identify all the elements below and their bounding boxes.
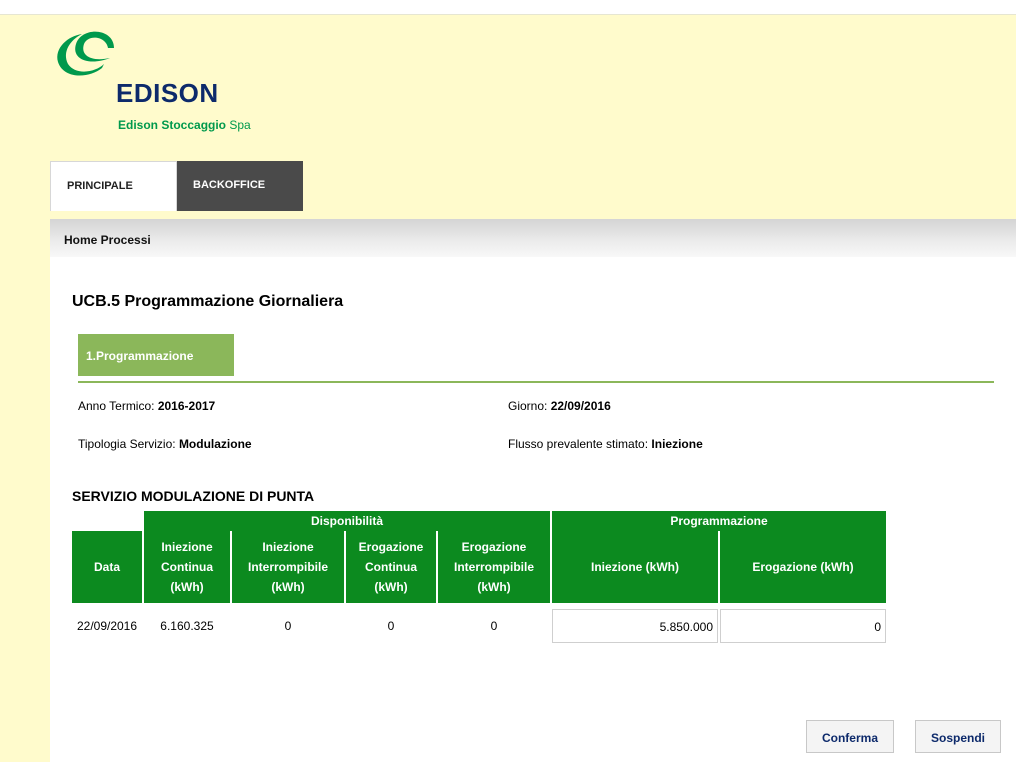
giorno-info: Giorno: 22/09/2016 bbox=[508, 399, 611, 413]
anno-termico-value: 2016-2017 bbox=[157, 399, 216, 413]
suspend-button[interactable]: Sospendi bbox=[915, 720, 1001, 753]
erogazione-kwh-cell: 0 bbox=[720, 603, 886, 643]
giorno-label: Giorno: bbox=[508, 399, 551, 413]
cell-erogazione-interrompibile: 0 bbox=[490, 619, 498, 633]
col-erogazione-kwh: Erogazione (kWh) bbox=[720, 531, 886, 603]
flusso-info: Flusso prevalente stimato: Iniezione bbox=[508, 437, 703, 451]
tipologia-label: Tipologia Servizio: bbox=[78, 437, 179, 451]
flusso-label: Flusso prevalente stimato: bbox=[508, 437, 652, 451]
anno-termico-label: Anno Termico: bbox=[78, 399, 158, 413]
tipologia-info: Tipologia Servizio: Modulazione bbox=[78, 437, 252, 451]
brand-subtitle-bold: Edison Stoccaggio bbox=[118, 118, 227, 132]
table-row: 22/09/2016 6.160.325 0 0 0 5.850.000 0 bbox=[72, 603, 886, 643]
header-disponibilita: Disponibilità bbox=[144, 511, 550, 531]
cell-iniezione-interrompibile: 0 bbox=[284, 619, 292, 633]
edison-logo: EDISON Edison Stoccaggio Spa bbox=[52, 18, 272, 138]
col-iniezione-kwh: Iniezione (kWh) bbox=[552, 531, 718, 603]
iniezione-kwh-input[interactable]: 5.850.000 bbox=[552, 609, 718, 643]
col-erogazione-continua: Erogazione Continua (kWh) bbox=[346, 531, 436, 603]
col-iniezione-continua: Iniezione Continua (kWh) bbox=[144, 531, 230, 603]
group-header-row: Disponibilità Programmazione bbox=[72, 511, 886, 531]
col-iniezione-interrompibile: Iniezione Interrompibile (kWh) bbox=[232, 531, 344, 603]
step-divider bbox=[78, 381, 994, 383]
top-strip bbox=[0, 0, 1016, 15]
column-header-row: Data Iniezione Continua (kWh) Iniezione Int… bbox=[72, 531, 886, 603]
tab-backoffice[interactable]: BACKOFFICE bbox=[177, 161, 303, 211]
col-data: Data bbox=[72, 531, 142, 603]
col-erogazione-interrompibile: Erogazione Interrompibile (kWh) bbox=[438, 531, 550, 603]
cell-iniezione-continua: 6.160.325 bbox=[160, 619, 214, 633]
group-header-empty bbox=[72, 511, 142, 531]
tab-principale[interactable]: PRINCIPALE bbox=[50, 161, 177, 211]
brand-subtitle-rest: Spa bbox=[229, 118, 251, 132]
iniezione-kwh-cell: 5.850.000 bbox=[552, 603, 718, 643]
confirm-button[interactable]: Conferma bbox=[806, 720, 894, 753]
giorno-value: 22/09/2016 bbox=[550, 399, 611, 413]
cell-data: 22/09/2016 bbox=[76, 619, 138, 633]
brand-subtitle: Edison Stoccaggio Spa bbox=[118, 118, 251, 132]
header-programmazione: Programmazione bbox=[552, 511, 886, 531]
erogazione-kwh-input[interactable]: 0 bbox=[720, 609, 886, 643]
brand-name: EDISON bbox=[116, 78, 219, 108]
breadcrumb[interactable]: Home Processi bbox=[64, 233, 151, 247]
cell-erogazione-continua: 0 bbox=[387, 619, 395, 633]
step-programmazione[interactable]: 1.Programmazione bbox=[78, 334, 234, 376]
breadcrumb-bar: Home Processi bbox=[50, 219, 1016, 257]
modulation-table: Disponibilità Programmazione Data Iniezi… bbox=[70, 511, 888, 643]
page-title: UCB.5 Programmazione Giornaliera bbox=[72, 293, 344, 310]
anno-termico-info: Anno Termico: 2016-2017 bbox=[78, 399, 215, 413]
flusso-value: Iniezione bbox=[651, 437, 703, 451]
left-band bbox=[0, 15, 50, 762]
tipologia-value: Modulazione bbox=[178, 437, 252, 451]
section-title: SERVIZIO MODULAZIONE DI PUNTA bbox=[72, 488, 315, 504]
